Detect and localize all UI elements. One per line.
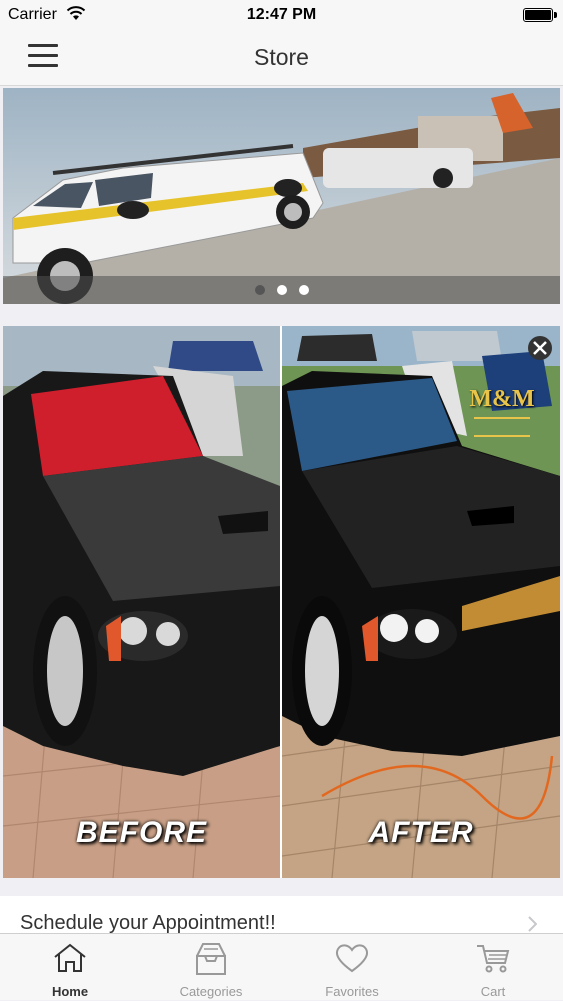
tab-home-label: Home	[51, 984, 89, 999]
carousel-dot-1[interactable]	[255, 285, 265, 295]
tab-categories-label: Categories	[179, 984, 243, 999]
before-car-image	[3, 326, 280, 878]
battery-icon	[523, 8, 557, 22]
chevron-right-icon	[528, 916, 537, 932]
status-bar: Carrier 12:47 PM	[0, 0, 563, 30]
tab-cart[interactable]: Cart	[423, 934, 563, 1001]
schedule-appointment-label: Schedule your Appointment!!	[20, 912, 276, 934]
banner-image	[3, 88, 560, 304]
categories-icon	[196, 943, 226, 975]
cart-icon	[477, 945, 510, 973]
before-label: BEFORE	[75, 816, 207, 849]
after-label: AFTER	[368, 816, 474, 849]
tab-favorites[interactable]: Favorites	[282, 934, 422, 1001]
home-icon	[54, 943, 86, 972]
tab-bar: Home Categories Favorites Cart	[0, 933, 563, 1000]
tab-categories[interactable]: Categories	[141, 934, 281, 1001]
banner-carousel[interactable]	[3, 88, 560, 304]
clock: 12:47 PM	[246, 6, 317, 23]
carousel-dot-2[interactable]	[277, 285, 287, 295]
tab-favorites-label: Favorites	[325, 984, 379, 999]
before-panel: BEFORE	[3, 326, 280, 878]
before-after-promo-image[interactable]: BEFORE M&M AFTER	[3, 326, 560, 878]
navigation-bar: Store	[0, 30, 563, 86]
tab-cart-label: Cart	[480, 984, 506, 999]
page-title: Store	[254, 44, 309, 70]
tab-home[interactable]: Home	[0, 934, 140, 1001]
carousel-dot-3[interactable]	[299, 285, 309, 295]
after-panel: M&M AFTER	[282, 326, 560, 878]
mm-logo: M&M	[462, 386, 542, 456]
heart-icon	[335, 944, 369, 973]
